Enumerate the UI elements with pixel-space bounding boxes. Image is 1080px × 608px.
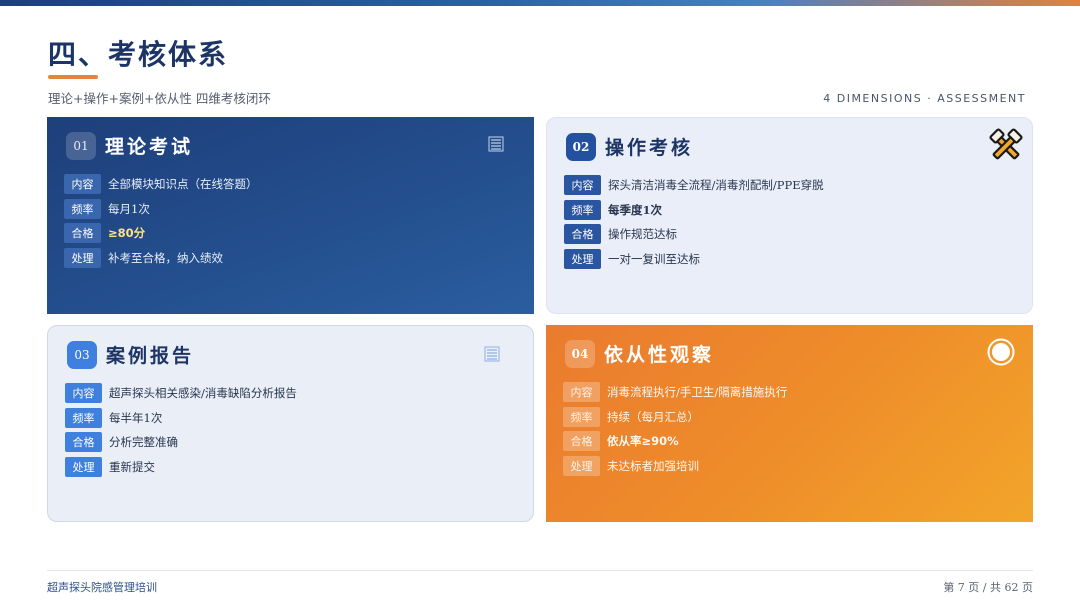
card-row: 频率 持续（每月汇总）	[563, 405, 787, 430]
assessment-card-compliance: 04 依从性观察 内容 消毒流程执行/手卫生/隔离措施执行 频率 持续（每月汇总） …	[546, 325, 1033, 522]
card-number-badge: 02	[566, 133, 596, 161]
card-row: 处理 一对一复训至达标	[564, 247, 824, 272]
row-tag: 频率	[564, 199, 601, 220]
card-title: 理论考试	[105, 136, 194, 158]
row-tag: 处理	[563, 455, 600, 476]
row-tag: 合格	[64, 223, 101, 244]
row-tag: 合格	[563, 431, 600, 452]
row-value: 全部模块知识点（在线答题）	[108, 177, 258, 192]
row-tag: 处理	[564, 248, 601, 269]
row-value: 每半年1次	[109, 410, 163, 425]
row-tag: 合格	[564, 224, 601, 245]
row-value: 未达标者加强培训	[607, 458, 699, 473]
circle-check-icon	[987, 338, 1015, 370]
card-row: 处理 重新提交	[65, 455, 297, 480]
assessment-card-operation: 02 操作考核 内容 探头清洁消毒全流程/消毒剂配制/PPE穿脱 频率 每季度1次 …	[546, 117, 1033, 314]
row-value: 一对一复训至达标	[608, 251, 700, 266]
row-tag: 合格	[65, 432, 102, 453]
card-rows: 内容 超声探头相关感染/消毒缺陷分析报告 频率 每半年1次 合格 分析完整准确 处理重…	[65, 381, 297, 479]
row-value: 分析完整准确	[109, 435, 178, 450]
card-row: 频率 每半年1次	[65, 406, 297, 431]
card-title: 操作考核	[605, 137, 694, 159]
footer-course-title: 超声探头院感管理培训	[47, 581, 157, 594]
card-title: 依从性观察	[604, 344, 715, 366]
row-value: 操作规范达标	[608, 227, 677, 242]
card-row: 合格 操作规范达标	[564, 222, 824, 247]
page-subtitle-en: 4 DIMENSIONS · ASSESSMENT	[823, 92, 1026, 105]
row-tag: 内容	[65, 383, 102, 404]
card-row: 合格 分析完整准确	[65, 430, 297, 455]
row-tag: 内容	[563, 382, 600, 403]
row-value: 重新提交	[109, 459, 155, 474]
card-row: 处理 补考至合格，纳入绩效	[64, 246, 258, 271]
row-value: 每月1次	[108, 201, 150, 216]
card-number-badge: 03	[67, 341, 97, 369]
row-tag: 频率	[563, 406, 600, 427]
row-value: 消毒流程执行/手卫生/隔离措施执行	[607, 385, 788, 400]
row-tag: 处理	[64, 247, 101, 268]
row-value: 超声探头相关感染/消毒缺陷分析报告	[109, 386, 297, 401]
row-value: 探头清洁消毒全流程/消毒剂配制/PPE穿脱	[608, 178, 824, 193]
row-tag: 处理	[65, 456, 102, 477]
card-rows: 内容 探头清洁消毒全流程/消毒剂配制/PPE穿脱 频率 每季度1次 合格 操作规范达标…	[564, 173, 824, 271]
assessment-card-case-report: 03 案例报告 内容 超声探头相关感染/消毒缺陷分析报告 频率 每半年1次 合格 分析…	[47, 325, 534, 522]
top-accent-bar	[0, 0, 1080, 6]
row-value: 补考至合格，纳入绩效	[108, 250, 223, 265]
document-lines-icon	[488, 136, 504, 156]
footer-divider	[47, 570, 1033, 571]
hammer-wrench-icon	[987, 127, 1025, 169]
page-title: 四、考核体系	[48, 38, 229, 71]
card-row: 合格 依从率≥90%	[563, 429, 787, 454]
card-row: 处理 未达标者加强培训	[563, 454, 787, 479]
row-tag: 内容	[564, 175, 601, 196]
card-rows: 内容 全部模块知识点（在线答题） 频率 每月1次 合格 ≥80分 处理 补考至合格，纳入…	[64, 172, 258, 270]
card-row: 内容 超声探头相关感染/消毒缺陷分析报告	[65, 381, 297, 406]
card-number-badge: 01	[66, 132, 96, 160]
row-value: 持续（每月汇总）	[607, 409, 699, 424]
assessment-card-theory: 01 理论考试 内容 全部模块知识点（在线答题） 频率 每月1次 合格 ≥80分 处理…	[47, 117, 534, 314]
card-row: 内容 消毒流程执行/手卫生/隔离措施执行	[563, 380, 787, 405]
footer-page-number: 第 7 页 / 共 62 页	[943, 581, 1033, 594]
card-row: 合格 ≥80分	[64, 221, 258, 246]
row-tag: 内容	[64, 174, 101, 195]
card-row: 内容 探头清洁消毒全流程/消毒剂配制/PPE穿脱	[564, 173, 824, 198]
row-value: 依从率≥90%	[607, 434, 679, 449]
card-row: 频率 每月1次	[64, 197, 258, 222]
card-rows: 内容 消毒流程执行/手卫生/隔离措施执行 频率 持续（每月汇总） 合格 依从率≥90%…	[563, 380, 787, 478]
row-value: 每季度1次	[608, 202, 663, 217]
row-value: ≥80分	[108, 226, 146, 241]
row-tag: 频率	[65, 407, 102, 428]
card-number-badge: 04	[565, 340, 595, 368]
card-row: 内容 全部模块知识点（在线答题）	[64, 172, 258, 197]
page-subtitle: 理论+操作+案例+依从性 四维考核闭环	[48, 91, 271, 106]
card-title: 案例报告	[106, 345, 195, 367]
row-tag: 频率	[64, 198, 101, 219]
title-underline	[48, 75, 98, 79]
document-lines-icon	[484, 346, 500, 366]
card-row: 频率 每季度1次	[564, 198, 824, 223]
